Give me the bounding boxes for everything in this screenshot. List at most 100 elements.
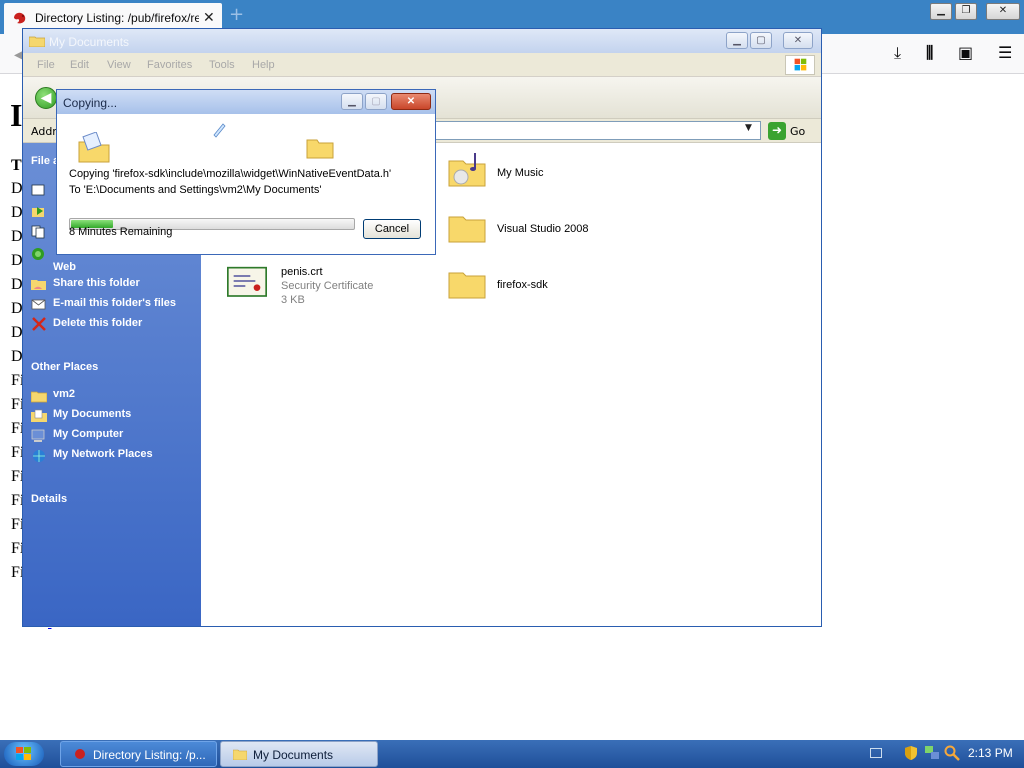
details-heading[interactable]: Details bbox=[31, 493, 67, 505]
copy-destination-text: To 'E:\Documents and Settings\vm2\My Doc… bbox=[69, 184, 322, 196]
security-shield-icon[interactable] bbox=[904, 745, 918, 761]
menu-help[interactable]: Help bbox=[252, 59, 275, 71]
downloads-icon[interactable]: ⤓ bbox=[894, 44, 901, 62]
file-size-cert: 3 KB bbox=[281, 294, 305, 306]
tab-title: Directory Listing: /pub/firefox/releases… bbox=[35, 11, 199, 25]
delete-icon bbox=[32, 317, 46, 331]
listing-row-label: D bbox=[11, 252, 23, 269]
windows-logo-icon bbox=[785, 55, 815, 75]
rename-icon bbox=[31, 184, 45, 196]
menu-edit[interactable]: Edit bbox=[70, 59, 89, 71]
file-tasks-heading[interactable]: File a bbox=[31, 155, 59, 167]
listing-row-label: D bbox=[11, 228, 23, 245]
copy-close-icon[interactable]: ✕ bbox=[391, 93, 431, 110]
page-heading: I bbox=[10, 97, 23, 133]
publish-web-icon bbox=[32, 248, 44, 260]
copy-dialog-title: Copying... bbox=[63, 96, 118, 110]
explorer-titlebar[interactable]: My Documents ▁ ▢ ✕ bbox=[23, 29, 821, 53]
start-button[interactable] bbox=[4, 742, 44, 766]
place-network-places[interactable]: My Network Places bbox=[53, 448, 153, 460]
folder-my-music[interactable]: My Music bbox=[497, 167, 543, 179]
explorer-title: My Documents bbox=[49, 35, 130, 49]
my-documents-icon bbox=[31, 409, 47, 422]
music-folder-icon[interactable] bbox=[447, 149, 487, 189]
copy-dialog: Copying... ▁ ▢ ✕ Copying 'firefox-sdk\in… bbox=[56, 89, 436, 255]
menu-favorites[interactable]: Favorites bbox=[147, 59, 192, 71]
network-icon[interactable] bbox=[924, 745, 940, 761]
file-name-cert[interactable]: penis.crt bbox=[281, 266, 323, 278]
folder-visual-studio[interactable]: Visual Studio 2008 bbox=[497, 223, 589, 235]
maximize-icon[interactable]: ▢ bbox=[750, 32, 772, 49]
folder-icon bbox=[233, 749, 247, 760]
menu-bar: File Edit View Favorites Tools Help bbox=[23, 53, 821, 77]
task-delete-folder[interactable]: Delete this folder bbox=[53, 317, 142, 329]
listing-row-label: D bbox=[11, 348, 23, 365]
task-email-files[interactable]: E-mail this folder's files bbox=[53, 297, 176, 309]
listing-row-label: D bbox=[11, 276, 23, 293]
task-share-folder[interactable]: Share this folder bbox=[53, 277, 140, 289]
taskbar-item-firefox[interactable]: Directory Listing: /p... bbox=[60, 741, 217, 767]
new-tab-icon[interactable]: + bbox=[229, 6, 244, 24]
listing-row-label: D bbox=[11, 300, 23, 317]
back-arrow-icon[interactable]: ◀ bbox=[35, 87, 57, 109]
search-icon[interactable] bbox=[944, 745, 960, 761]
browser-restore-icon[interactable]: ❐ bbox=[955, 3, 977, 20]
menu-icon[interactable]: ☰ bbox=[998, 44, 1012, 62]
move-icon bbox=[32, 207, 44, 217]
cancel-button[interactable]: Cancel bbox=[363, 219, 421, 239]
copy-dialog-titlebar[interactable]: Copying... ▁ ▢ ✕ bbox=[57, 90, 435, 114]
file-type-cert: Security Certificate bbox=[281, 280, 374, 292]
folder-icon bbox=[29, 36, 45, 47]
minimize-icon[interactable]: ▁ bbox=[726, 32, 748, 49]
menu-file[interactable]: File bbox=[37, 59, 55, 71]
library-icon[interactable]: ⫼ bbox=[926, 44, 933, 62]
place-vm2[interactable]: vm2 bbox=[53, 388, 75, 400]
listing-row-label: T bbox=[11, 157, 22, 174]
folder-firefox-sdk[interactable]: firefox-sdk bbox=[497, 279, 548, 291]
taskbar: Directory Listing: /p... My Documents 2:… bbox=[0, 740, 1024, 768]
copy-dialog-body: Copying 'firefox-sdk\include\mozilla\wid… bbox=[57, 114, 435, 254]
close-icon[interactable]: ✕ bbox=[783, 32, 813, 49]
destination-folder-icon bbox=[306, 139, 334, 159]
publish-web-label[interactable]: Web bbox=[53, 261, 76, 273]
clock: 2:13 PM bbox=[968, 746, 1013, 760]
flying-file-icon bbox=[213, 123, 226, 138]
certificate-icon[interactable] bbox=[227, 261, 267, 301]
go-arrow-icon[interactable]: ➜ bbox=[768, 122, 786, 140]
listing-row-label: D bbox=[11, 180, 23, 197]
browser-close-icon[interactable]: ✕ bbox=[986, 3, 1020, 20]
copy-maximize-icon: ▢ bbox=[365, 93, 387, 110]
time-remaining-text: 8 Minutes Remaining bbox=[69, 226, 173, 238]
go-button[interactable]: Go bbox=[790, 125, 805, 138]
taskbar-item-firefox-label: Directory Listing: /p... bbox=[93, 748, 206, 762]
listing-row-label: D bbox=[11, 204, 23, 221]
sidebar-icon[interactable]: ▣ bbox=[958, 44, 973, 62]
my-computer-icon bbox=[31, 429, 45, 442]
share-folder-icon bbox=[31, 280, 46, 290]
folder-icon[interactable] bbox=[447, 205, 487, 245]
folder-icon bbox=[31, 391, 47, 403]
place-my-documents[interactable]: My Documents bbox=[53, 408, 131, 420]
firefox-ftp-icon bbox=[75, 749, 85, 759]
source-folder-icon bbox=[78, 132, 110, 163]
address-label: Addr bbox=[31, 125, 57, 138]
windows-logo-icon bbox=[16, 747, 31, 760]
keyboard-icon[interactable] bbox=[870, 748, 882, 758]
menu-view[interactable]: View bbox=[107, 59, 131, 71]
taskbar-item-explorer-label: My Documents bbox=[253, 748, 334, 762]
network-places-icon bbox=[33, 450, 45, 462]
browser-minimize-icon[interactable]: ▁ bbox=[930, 3, 952, 20]
folder-icon[interactable] bbox=[447, 261, 487, 301]
copy-minimize-icon[interactable]: ▁ bbox=[341, 93, 363, 110]
taskbar-item-explorer[interactable]: My Documents bbox=[220, 741, 378, 767]
copy-source-text: Copying 'firefox-sdk\include\mozilla\wid… bbox=[69, 168, 392, 180]
listing-row-label: D bbox=[11, 324, 23, 341]
other-places-heading[interactable]: Other Places bbox=[31, 361, 98, 373]
email-icon bbox=[31, 299, 46, 310]
address-dropdown-icon[interactable]: ▼ bbox=[745, 123, 752, 133]
firefox-ftp-icon bbox=[14, 12, 26, 24]
copy-icon bbox=[31, 225, 45, 239]
place-my-computer[interactable]: My Computer bbox=[53, 428, 123, 440]
menu-tools[interactable]: Tools bbox=[209, 59, 235, 71]
tab-close-icon[interactable]: ✕ bbox=[203, 11, 215, 25]
